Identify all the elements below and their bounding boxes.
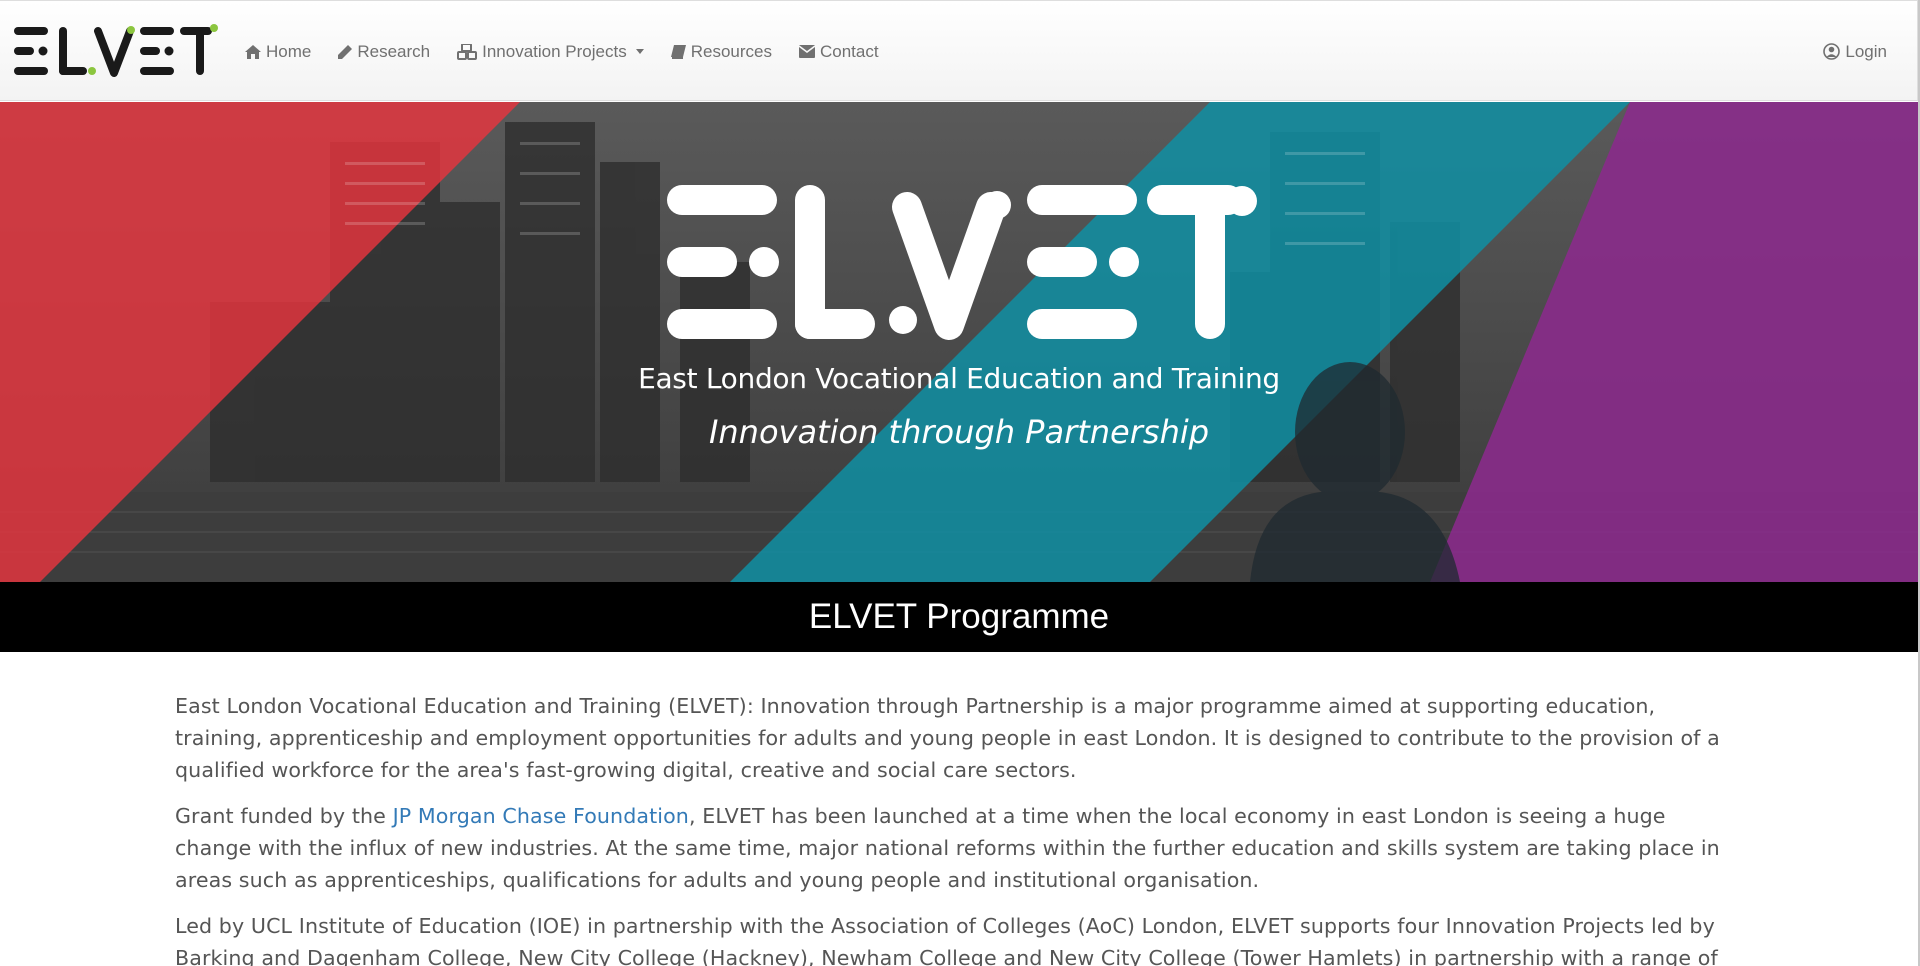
nav-resources[interactable]: Resources: [670, 41, 772, 62]
section-title: ELVET Programme: [0, 582, 1918, 652]
user-circle-icon: [1823, 43, 1841, 60]
hero-banner: East London Vocational Education and Tra…: [0, 102, 1918, 582]
jp-morgan-link[interactable]: JP Morgan Chase Foundation: [393, 804, 689, 828]
main-nav: Home Research Innovation Projects Resour…: [245, 1, 906, 102]
nav-innovation-projects[interactable]: Innovation Projects: [457, 42, 644, 62]
nav-right: Login: [1823, 1, 1887, 102]
partnership-paragraph: Led by UCL Institute of Education (IOE) …: [175, 914, 1718, 966]
hero-full-name: East London Vocational Education and Tra…: [638, 362, 1280, 395]
nav-innovation-projects-label: Innovation Projects: [482, 41, 627, 61]
book-icon: [670, 44, 686, 59]
page: Home Research Innovation Projects Resour…: [0, 0, 1920, 966]
cubes-icon: [457, 43, 478, 60]
login-link[interactable]: Login: [1823, 42, 1887, 62]
hero-tagline: Innovation through Partnership: [708, 413, 1210, 451]
elvet-logo-icon: [14, 24, 218, 77]
nav-contact[interactable]: Contact: [798, 41, 879, 62]
envelope-icon: [798, 45, 815, 58]
funding-text-before: Grant funded by the: [175, 804, 393, 828]
nav-resources-label: Resources: [690, 41, 772, 61]
login-label: Login: [1845, 41, 1887, 61]
home-icon: [245, 44, 261, 59]
pencil-icon: [338, 44, 353, 59]
main-content: East London Vocational Education and Tra…: [175, 690, 1735, 966]
intro-paragraph: East London Vocational Education and Tra…: [175, 694, 1720, 782]
nav-research[interactable]: Research: [338, 42, 430, 62]
hero-elvet-logo-icon: [667, 185, 1257, 340]
nav-home-label: Home: [266, 41, 312, 61]
brand-logo[interactable]: [14, 21, 219, 81]
nav-contact-label: Contact: [819, 41, 879, 61]
navbar: Home Research Innovation Projects Resour…: [0, 0, 1918, 101]
chevron-down-icon: [635, 49, 644, 54]
nav-research-label: Research: [357, 41, 431, 61]
nav-home[interactable]: Home: [245, 42, 311, 62]
funding-paragraph: Grant funded by the JP Morgan Chase Foun…: [175, 800, 1735, 896]
